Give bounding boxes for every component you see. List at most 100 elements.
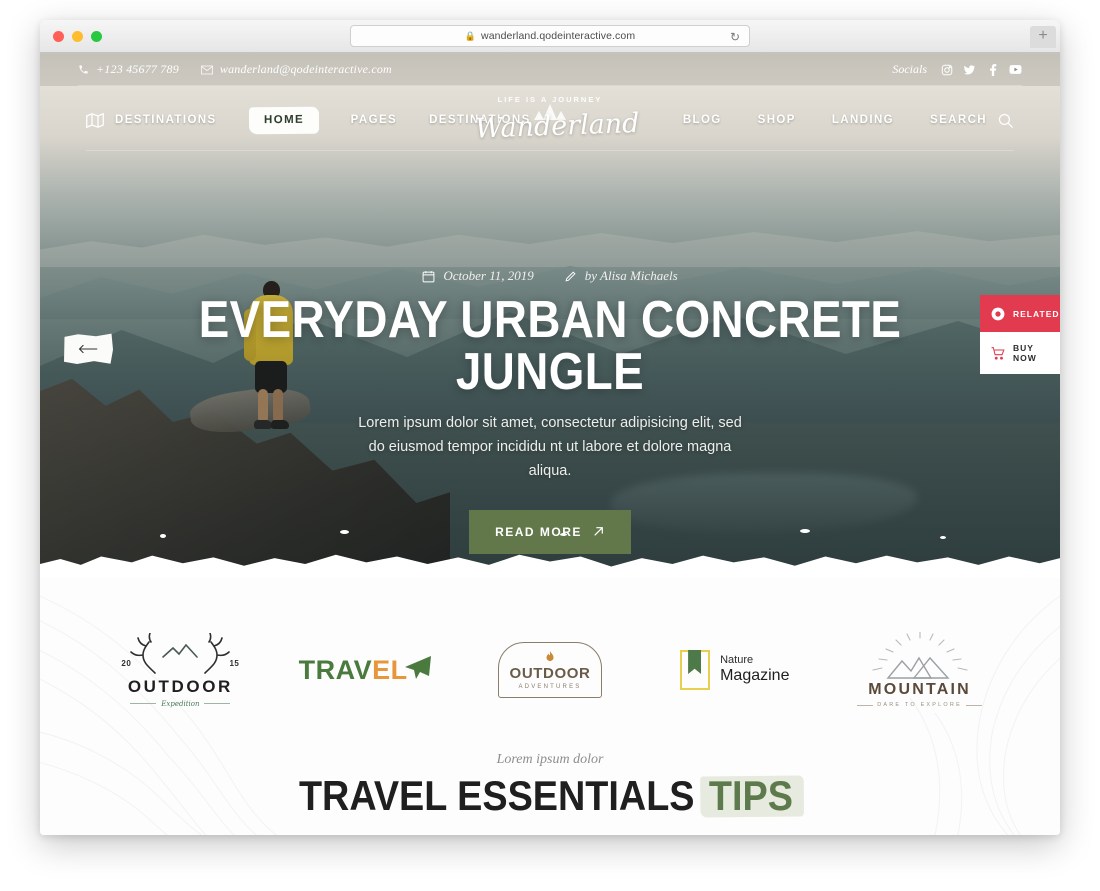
antlers-icon	[130, 631, 231, 674]
calendar-icon	[422, 270, 435, 282]
search-label: SEARCH	[930, 114, 987, 126]
buy-now-label: BUY NOW	[1013, 343, 1037, 363]
phone-number: +123 45677 789	[96, 62, 179, 76]
post-meta: October 11, 2019 by Alisa Michaels	[40, 268, 1060, 284]
zoom-window-button[interactable]	[91, 31, 102, 42]
page-title: EVERYDAY URBAN CONCRETE JUNGLE	[198, 291, 902, 401]
client-tagline: ADVENTURES	[518, 684, 582, 690]
twitter-icon[interactable]	[963, 63, 976, 76]
url-text: wanderland.qodeinteractive.com	[481, 30, 636, 42]
instagram-icon[interactable]	[940, 63, 953, 76]
lock-icon: 🔒	[464, 30, 477, 41]
nav-left-group: DESTINATIONS HOME PAGES DESTINATIONS	[86, 106, 531, 134]
client-year-right: 15	[229, 658, 240, 668]
email-contact[interactable]: wanderland@qodeinteractive.com	[201, 62, 392, 77]
nav-item-landing[interactable]: LANDING	[832, 114, 894, 126]
socials-group: Socials	[892, 62, 1022, 77]
facebook-icon[interactable]	[986, 63, 999, 76]
top-contact-group: +123 45677 789 wanderland@qodeinteractiv…	[78, 62, 392, 77]
search-trigger[interactable]: SEARCH	[930, 112, 1014, 129]
phone-icon	[79, 65, 88, 74]
client-name-line2: Magazine	[720, 667, 790, 685]
buy-now-button[interactable]: BUY NOW	[980, 332, 1060, 374]
read-more-label: READ MORE	[495, 524, 582, 539]
client-logos: 20 15 OUTDOOR Expedition TRAV EL OUTDOOR…	[40, 578, 1060, 710]
site-logo[interactable]: LIFE IS A JOURNEY Wanderland	[474, 91, 640, 153]
client-logo-outdoor-expedition[interactable]: 20 15 OUTDOOR Expedition	[105, 630, 255, 710]
mountain-lockup: MOUNTAIN DARE TO EXPLORE	[855, 632, 985, 708]
top-info-bar: +123 45677 789 wanderland@qodeinteractiv…	[40, 53, 1060, 86]
phone-contact[interactable]: +123 45677 789	[78, 62, 179, 77]
lower-section: 20 15 OUTDOOR Expedition TRAV EL OUTDOOR…	[40, 578, 1060, 835]
search-icon	[998, 113, 1014, 128]
related-label: RELATED	[1013, 308, 1060, 319]
envelope-icon	[201, 65, 213, 74]
divider-left	[130, 703, 157, 704]
minimize-window-button[interactable]	[72, 31, 83, 42]
divider-right	[965, 704, 982, 706]
browser-window: 🔒 wanderland.qodeinteractive.com ↻ + +12…	[40, 20, 1060, 835]
client-logo-outdoor-adventures[interactable]: OUTDOOR ADVENTURES	[475, 630, 625, 710]
slider-prev-button[interactable]	[64, 333, 113, 365]
map-icon	[86, 112, 104, 128]
nav-item-home[interactable]: HOME	[248, 106, 319, 134]
logo-name: Wanderland	[474, 107, 640, 145]
sunburst-mountain-icon	[872, 632, 968, 679]
nature-magazine-lockup: Nature Magazine	[680, 650, 789, 690]
browser-chrome: 🔒 wanderland.qodeinteractive.com ↻ +	[40, 20, 1060, 53]
client-name: MOUNTAIN	[868, 681, 971, 698]
section-pretitle: Lorem ipsum dolor	[496, 752, 604, 767]
pencil-icon	[565, 270, 576, 282]
post-date: October 11, 2019	[422, 268, 534, 284]
post-author-text: by Alisa Michaels	[584, 268, 678, 283]
client-name: OUTDOOR	[509, 665, 591, 682]
close-window-button[interactable]	[53, 31, 64, 42]
page-viewport: +123 45677 789 wanderland@qodeinteractiv…	[40, 53, 1060, 835]
client-tagline-row: Expedition	[130, 700, 231, 708]
new-tab-button[interactable]: +	[1030, 26, 1056, 48]
email-address: wanderland@qodeinteractive.com	[219, 62, 392, 76]
sidebar-item-destinations-icon-group[interactable]: DESTINATIONS	[86, 112, 217, 128]
section-title: TRAVEL ESSENTIALS TIPS	[298, 772, 802, 819]
client-logo-travel[interactable]: TRAV EL	[290, 630, 440, 710]
cart-icon	[990, 346, 1005, 361]
nav-right-group: BLOG SHOP LANDING SEARCH	[683, 112, 1014, 129]
campfire-icon	[543, 650, 557, 667]
section-title-highlight: TIPS	[699, 772, 801, 819]
post-date-text: October 11, 2019	[443, 268, 534, 283]
window-controls[interactable]	[53, 31, 102, 42]
client-logo-nature-magazine[interactable]: Nature Magazine	[660, 630, 810, 710]
youtube-icon[interactable]	[1009, 63, 1022, 76]
hero-subtitle: Lorem ipsum dolor sit amet, consectetur …	[358, 415, 742, 479]
client-tagline-row: DARE TO EXPLORE	[857, 702, 982, 708]
client-logo-mountain[interactable]: MOUNTAIN DARE TO EXPLORE	[845, 630, 995, 710]
reload-icon[interactable]: ↻	[730, 30, 740, 44]
nav-item-destinations-1[interactable]: DESTINATIONS	[115, 114, 217, 126]
related-button[interactable]: RELATED	[980, 295, 1060, 332]
nav-item-shop[interactable]: SHOP	[758, 114, 796, 126]
arrow-left-icon	[78, 344, 98, 354]
section-heading: Lorem ipsum dolor TRAVEL ESSENTIALS TIPS	[40, 752, 1060, 818]
record-circle-icon	[990, 306, 1005, 321]
paper-plane-icon	[402, 655, 432, 686]
arrow-up-right-icon	[594, 527, 603, 536]
client-tagline: DARE TO EXPLORE	[877, 702, 962, 708]
client-year-left: 20	[121, 658, 132, 668]
hero-section: +123 45677 789 wanderland@qodeinteractiv…	[40, 53, 1060, 578]
divider-right	[204, 703, 231, 704]
section-title-main: TRAVEL ESSENTIALS	[298, 772, 695, 819]
nav-item-pages[interactable]: PAGES	[351, 114, 397, 126]
read-more-button[interactable]: READ MORE	[469, 509, 631, 554]
client-name-part-a: TRAV	[298, 654, 373, 685]
nature-magazine-text: Nature Magazine	[720, 654, 789, 685]
divider-left	[857, 704, 874, 706]
nav-item-blog[interactable]: BLOG	[683, 114, 722, 126]
client-name: OUTDOOR	[127, 676, 233, 696]
bookmark-icon	[680, 650, 711, 690]
post-author: by Alisa Michaels	[564, 268, 678, 284]
client-name-line1: Nature	[720, 654, 754, 667]
travel-wordmark: TRAV EL	[299, 655, 432, 686]
antler-mountain-mark: 20 15	[115, 631, 245, 677]
side-widgets: RELATED BUY NOW	[980, 295, 1060, 374]
address-bar[interactable]: 🔒 wanderland.qodeinteractive.com ↻	[350, 25, 750, 47]
